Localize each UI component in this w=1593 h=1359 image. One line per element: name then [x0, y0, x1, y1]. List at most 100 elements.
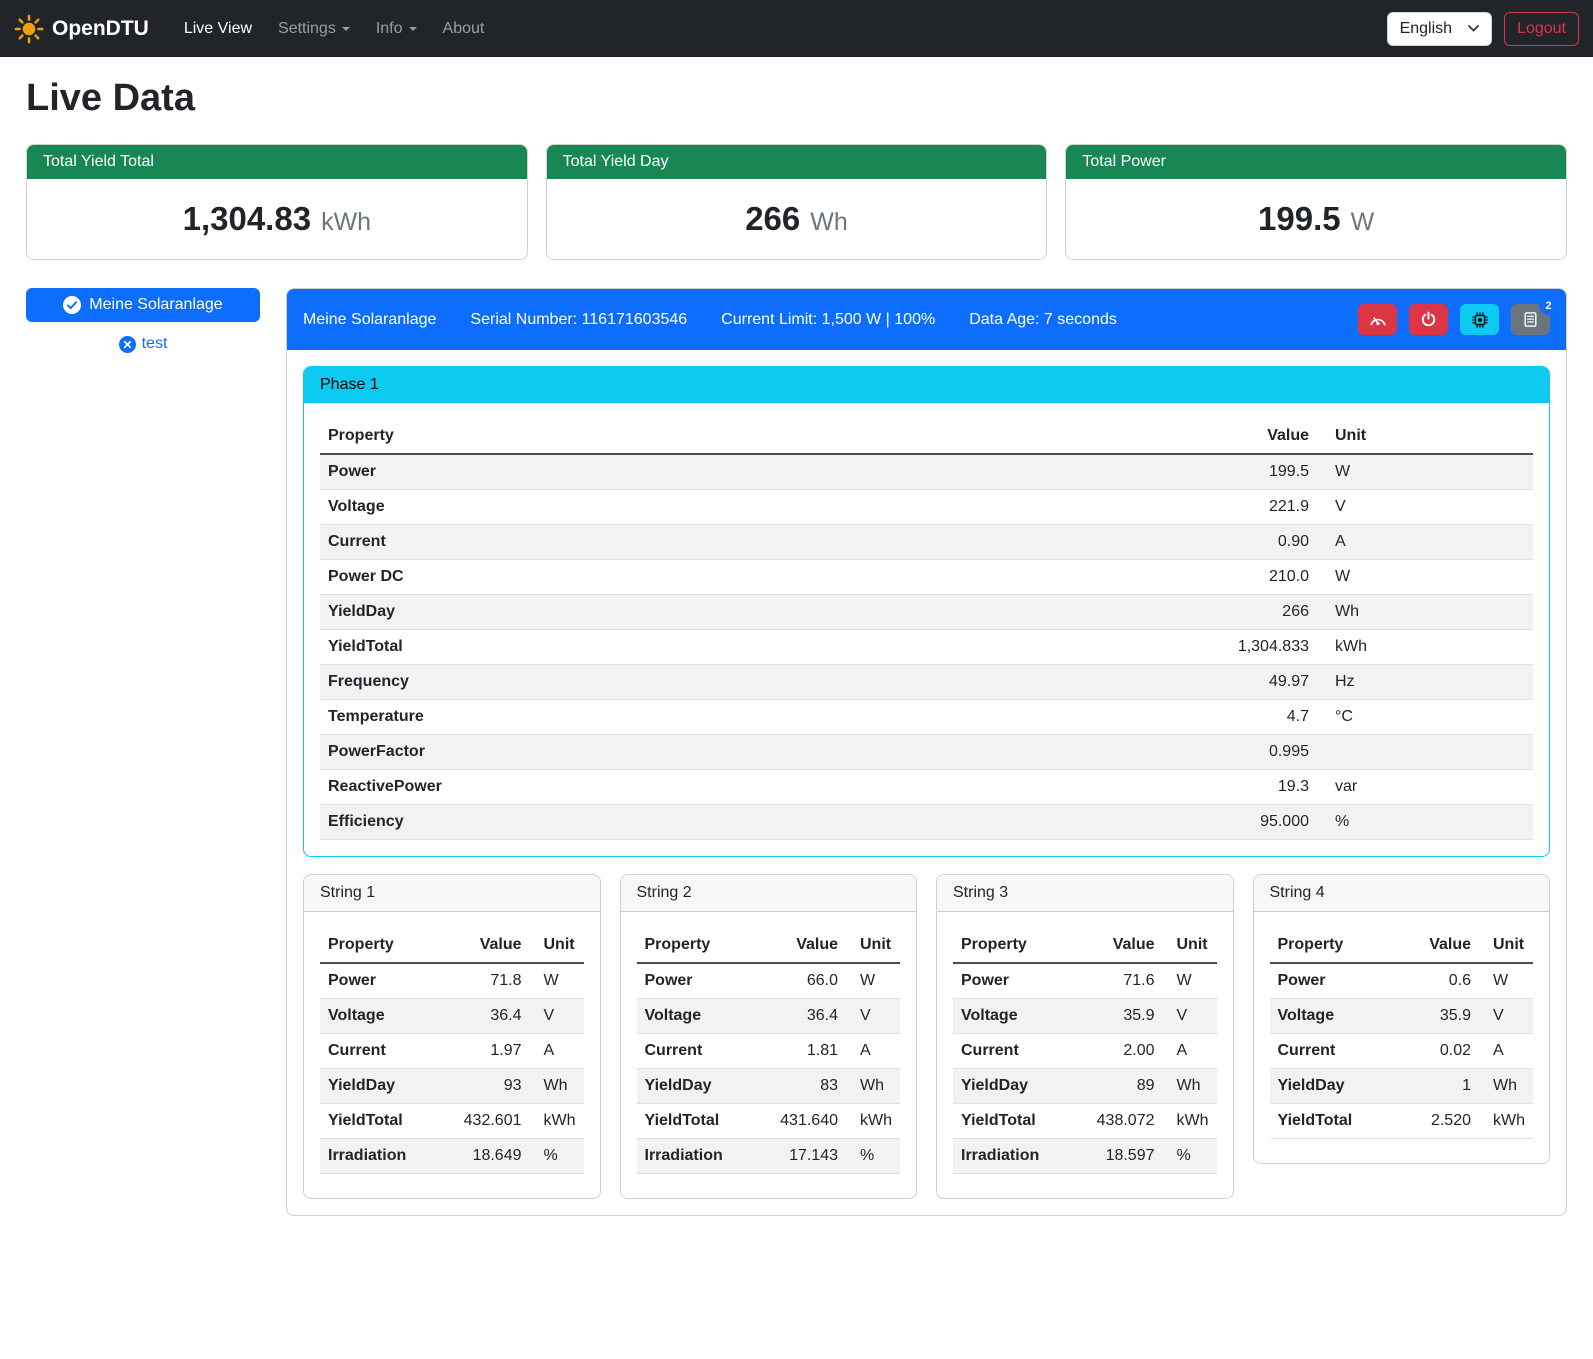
column-value: Value: [1391, 928, 1479, 963]
table-row: Power0.6W: [1270, 963, 1534, 999]
property-unit: V: [530, 999, 584, 1034]
property-name: Power: [637, 963, 759, 999]
table-row: Frequency49.97Hz: [320, 665, 1533, 700]
property-name: Current: [320, 525, 1197, 560]
total-power-unit: W: [1351, 208, 1375, 236]
property-value: 432.601: [442, 1104, 530, 1139]
table-header-row: Property Value Unit: [637, 928, 901, 963]
card-body: 199.5W: [1066, 179, 1566, 259]
property-name: PowerFactor: [320, 735, 1197, 770]
event-count-badge: 2: [1539, 296, 1558, 315]
table-row: Power DC210.0W: [320, 560, 1533, 595]
string-card-header: String 1: [304, 875, 600, 912]
language-select[interactable]: English: [1387, 12, 1492, 46]
property-name: Voltage: [1270, 999, 1392, 1034]
table-row: Power66.0W: [637, 963, 901, 999]
string-3-card: String 3 Property Value Unit: [936, 874, 1234, 1199]
property-name: YieldDay: [320, 595, 1197, 630]
table-row: Current1.97A: [320, 1034, 584, 1069]
property-unit: W: [1317, 560, 1533, 595]
string-1-table: Property Value Unit Power71.8WVoltage36.…: [320, 928, 584, 1174]
main-nav: Live View Settings Info About: [171, 12, 498, 46]
property-value: 35.9: [1391, 999, 1479, 1034]
property-value: 89: [1075, 1069, 1163, 1104]
string-table-head: Property Value Unit: [637, 928, 901, 963]
power-button[interactable]: [1409, 304, 1448, 335]
inverter-data-age: Data Age: 7 seconds: [969, 311, 1117, 329]
property-value: 71.8: [442, 963, 530, 999]
property-name: Voltage: [637, 999, 759, 1034]
string-card-header: String 3: [937, 875, 1233, 912]
property-name: YieldTotal: [320, 630, 1197, 665]
property-value: 49.97: [1197, 665, 1317, 700]
phase-table-head: Property Value Unit: [320, 419, 1533, 454]
inverter-actions: 2: [1358, 304, 1550, 335]
inverter-button-meine-solaranlage[interactable]: Meine Solaranlage: [26, 288, 260, 322]
event-log-button[interactable]: 2: [1511, 304, 1550, 335]
property-unit: W: [1163, 963, 1217, 999]
property-value: 431.640: [758, 1104, 846, 1139]
nav-settings[interactable]: Settings: [265, 12, 363, 46]
property-name: YieldDay: [1270, 1069, 1392, 1104]
property-value: 18.649: [442, 1139, 530, 1174]
main-content: Live Data Total Yield Total 1,304.83kWh …: [0, 77, 1593, 1246]
nav-about[interactable]: About: [430, 12, 498, 46]
property-unit: Wh: [1317, 595, 1533, 630]
table-header-row: Property Value Unit: [1270, 928, 1534, 963]
table-row: YieldDay1Wh: [1270, 1069, 1534, 1104]
navbar-right: English Logout: [1387, 12, 1579, 46]
property-value: 19.3: [1197, 770, 1317, 805]
column-property: Property: [320, 928, 442, 963]
limit-settings-button[interactable]: [1358, 304, 1397, 335]
page-title: Live Data: [26, 77, 1567, 120]
property-value: 0.02: [1391, 1034, 1479, 1069]
property-name: YieldDay: [953, 1069, 1075, 1104]
property-unit: A: [530, 1034, 584, 1069]
table-row: ReactivePower19.3var: [320, 770, 1533, 805]
caret-down-icon: [342, 27, 350, 31]
property-value: 1: [1391, 1069, 1479, 1104]
property-unit: °C: [1317, 700, 1533, 735]
string-4-table-body: Power0.6WVoltage35.9VCurrent0.02AYieldDa…: [1270, 963, 1534, 1139]
property-value: 0.6: [1391, 963, 1479, 999]
property-unit: [1317, 735, 1533, 770]
inverter-selector: Meine Solaranlage test: [26, 288, 260, 355]
total-yield-total-unit: kWh: [321, 208, 371, 236]
property-value: 4.7: [1197, 700, 1317, 735]
property-name: ReactivePower: [320, 770, 1197, 805]
column-value: Value: [1075, 928, 1163, 963]
table-row: Temperature4.7°C: [320, 700, 1533, 735]
table-row: YieldDay83Wh: [637, 1069, 901, 1104]
column-unit: Unit: [1163, 928, 1217, 963]
navbar: OpenDTU Live View Settings Info About En…: [0, 0, 1593, 57]
inverter-name: Meine Solaranlage: [303, 311, 436, 329]
property-name: Power DC: [320, 560, 1197, 595]
property-name: YieldDay: [320, 1069, 442, 1104]
inverter-panel-body: Phase 1 Property Value Unit Power199.5WV…: [287, 350, 1566, 1215]
property-unit: %: [1163, 1139, 1217, 1174]
inverter-serial: Serial Number: 116171603546: [470, 311, 687, 329]
property-unit: kWh: [846, 1104, 900, 1139]
journal-icon: [1522, 311, 1539, 328]
nav-live-view[interactable]: Live View: [171, 12, 265, 46]
property-name: Power: [320, 963, 442, 999]
table-row: Current2.00A: [953, 1034, 1217, 1069]
property-value: 1.81: [758, 1034, 846, 1069]
brand[interactable]: OpenDTU: [14, 14, 149, 44]
total-yield-total-value: 1,304.83: [183, 200, 311, 237]
property-unit: kWh: [1163, 1104, 1217, 1139]
logout-button[interactable]: Logout: [1504, 12, 1579, 46]
property-unit: Wh: [1163, 1069, 1217, 1104]
string-card-body: Property Value Unit Power0.6WVoltage35.9…: [1254, 912, 1550, 1163]
property-name: YieldTotal: [637, 1104, 759, 1139]
property-unit: var: [1317, 770, 1533, 805]
string-2-table-body: Power66.0WVoltage36.4VCurrent1.81AYieldD…: [637, 963, 901, 1174]
device-info-button[interactable]: [1460, 304, 1499, 335]
column-property: Property: [320, 419, 1197, 454]
property-name: Power: [953, 963, 1075, 999]
property-name: Irradiation: [953, 1139, 1075, 1174]
property-unit: W: [530, 963, 584, 999]
inverter-button-test[interactable]: test: [113, 333, 174, 355]
nav-info[interactable]: Info: [363, 12, 430, 46]
property-value: 0.90: [1197, 525, 1317, 560]
